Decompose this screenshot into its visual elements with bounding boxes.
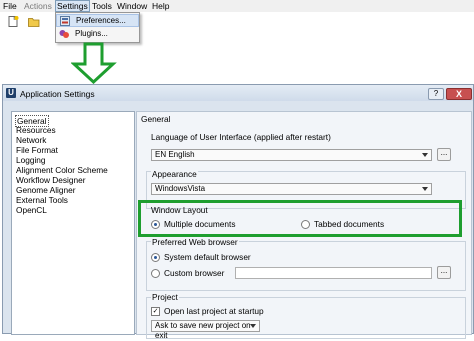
web-browser-group <box>146 241 466 291</box>
custom-browser-browse-button[interactable]: ... <box>437 266 451 279</box>
chevron-down-icon <box>422 187 428 191</box>
open-last-project-label: Open last project at startup <box>164 306 264 316</box>
nav-item-workflow-designer[interactable]: Workflow Designer <box>16 175 85 185</box>
menu-item-label: Plugins... <box>75 29 108 38</box>
nav-item-opencl[interactable]: OpenCL <box>16 205 47 215</box>
chevron-down-icon <box>422 153 428 157</box>
custom-browser-label: Custom browser <box>164 268 225 278</box>
menu-item-preferences[interactable]: Preferences... <box>56 14 139 27</box>
nav-item-alignment-color-scheme[interactable]: Alignment Color Scheme <box>16 165 108 175</box>
language-select[interactable]: EN English <box>151 149 432 161</box>
close-button[interactable]: X <box>446 88 472 100</box>
menu-item-plugins[interactable]: Plugins... <box>56 28 139 41</box>
window-layout-highlight <box>138 200 462 237</box>
app-logo-icon: U <box>6 88 16 98</box>
menu-settings[interactable]: Settings <box>55 0 90 12</box>
project-label: Project <box>151 292 179 302</box>
preferences-icon <box>60 16 70 26</box>
nav-item-network[interactable]: Network <box>16 135 46 145</box>
open-last-project-checkbox[interactable]: ✓ <box>151 307 160 316</box>
menu-help[interactable]: Help <box>152 1 169 11</box>
language-browse-button[interactable]: ... <box>437 148 451 161</box>
custom-browser-path-input[interactable] <box>235 267 432 279</box>
web-browser-label: Preferred Web browser <box>151 237 239 247</box>
nav-item-resources[interactable]: Resources <box>16 125 56 135</box>
appearance-label: Appearance <box>151 169 198 179</box>
appearance-select[interactable]: WindowsVista <box>151 183 432 195</box>
menu-file[interactable]: File <box>3 1 17 11</box>
help-button[interactable]: ? <box>428 88 444 100</box>
system-default-browser-label: System default browser <box>164 252 251 262</box>
nav-item-external-tools[interactable]: External Tools <box>16 195 68 205</box>
save-project-option-select[interactable]: Ask to save new project on exit <box>151 320 260 340</box>
settings-menu-dropdown: Preferences... Plugins... <box>55 12 140 43</box>
nav-item-file-format[interactable]: File Format <box>16 145 58 155</box>
language-label: Language of User Interface (applied afte… <box>151 132 331 142</box>
chevron-down-icon <box>250 324 256 328</box>
dialog-title-bar: U Application Settings ? X <box>3 85 473 101</box>
system-default-browser-radio[interactable] <box>151 253 160 262</box>
plugins-icon <box>59 30 69 38</box>
appearance-value: WindowsVista <box>155 184 206 193</box>
dialog-title: Application Settings <box>20 89 95 99</box>
down-arrow-icon <box>71 42 117 84</box>
menu-bar: File Actions Settings Tools Window Help <box>0 0 474 12</box>
menu-tools[interactable]: Tools <box>92 1 112 11</box>
open-folder-icon[interactable] <box>28 17 40 27</box>
menu-window[interactable]: Window <box>117 1 147 11</box>
section-title: General <box>141 114 171 124</box>
settings-category-list: General Resources Network File Format Lo… <box>11 111 135 335</box>
language-value: EN English <box>155 150 195 159</box>
new-document-icon[interactable] <box>8 16 20 27</box>
menu-item-label: Preferences... <box>76 16 126 25</box>
custom-browser-radio[interactable] <box>151 269 160 278</box>
save-project-option-value: Ask to save new project on exit <box>155 321 251 340</box>
nav-item-logging[interactable]: Logging <box>16 155 46 165</box>
menu-actions[interactable]: Actions <box>24 1 52 11</box>
nav-item-genome-aligner[interactable]: Genome Aligner <box>16 185 76 195</box>
